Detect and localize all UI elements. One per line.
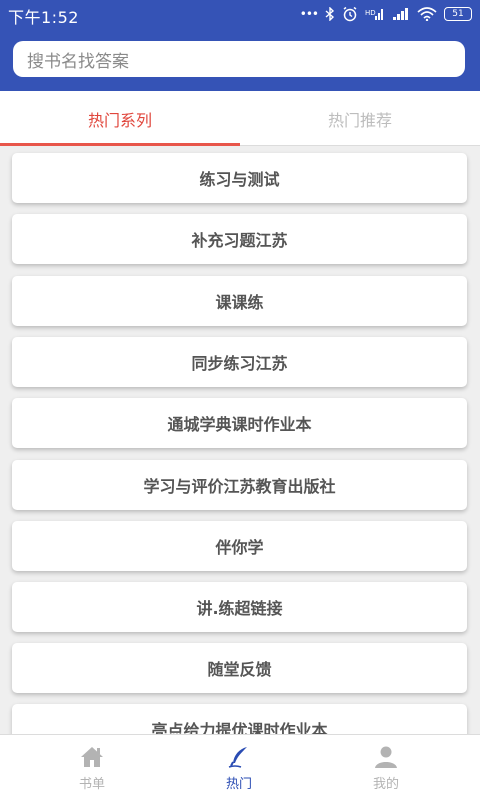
list-item-label: 补充习题江苏 bbox=[191, 231, 288, 250]
list-item[interactable]: 亮点给力提优课时作业本 bbox=[12, 704, 467, 734]
person-icon bbox=[374, 745, 398, 769]
header: 搜书名找答案 bbox=[0, 28, 480, 91]
list-item-label: 课课练 bbox=[215, 293, 264, 312]
search-input[interactable]: 搜书名找答案 bbox=[13, 41, 465, 77]
status-bar: 下午1:52 ••• HD 51 bbox=[0, 0, 480, 28]
status-icons: ••• HD 51 bbox=[300, 5, 472, 23]
tab-hot-recommend[interactable]: 热门推荐 bbox=[240, 91, 480, 146]
list-item[interactable]: 同步练习江苏 bbox=[12, 337, 467, 387]
list-item-label: 学习与评价江苏教育出版社 bbox=[143, 477, 336, 496]
list-item[interactable]: 伴你学 bbox=[12, 521, 467, 571]
list-item-label: 练习与测试 bbox=[199, 170, 280, 189]
home-icon bbox=[80, 745, 104, 769]
list-item[interactable]: 练习与测试 bbox=[12, 153, 467, 203]
list-item-label: 随堂反馈 bbox=[207, 660, 272, 679]
search-placeholder: 搜书名找答案 bbox=[27, 51, 129, 72]
battery-icon: 51 bbox=[444, 7, 472, 21]
list-item-label: 亮点给力提优课时作业本 bbox=[151, 721, 328, 734]
quill-icon bbox=[227, 745, 251, 769]
more-dots-icon: ••• bbox=[299, 7, 319, 21]
nav-label: 热门 bbox=[225, 776, 252, 792]
nav-label: 我的 bbox=[372, 776, 399, 792]
bluetooth-icon bbox=[325, 7, 335, 21]
list-item-label: 同步练习江苏 bbox=[191, 354, 288, 373]
signal-icon bbox=[392, 7, 410, 21]
tab-label: 热门系列 bbox=[87, 110, 152, 130]
list-item[interactable]: 讲.练超链接 bbox=[12, 582, 467, 632]
svg-text:HD: HD bbox=[365, 9, 376, 17]
alarm-icon bbox=[342, 6, 358, 22]
series-list[interactable]: 练习与测试 补充习题江苏 课课练 同步练习江苏 通城学典课时作业本 学习与评价江… bbox=[0, 146, 480, 734]
list-item-label: 讲.练超链接 bbox=[196, 599, 283, 618]
nav-mine[interactable]: 我的 bbox=[306, 735, 466, 800]
signal-hd-icon: HD bbox=[365, 7, 385, 21]
nav-label: 书单 bbox=[78, 776, 105, 792]
bottom-nav: 书单 热门 我的 bbox=[0, 734, 480, 800]
list-item-label: 通城学典课时作业本 bbox=[167, 415, 312, 434]
nav-booklist[interactable]: 书单 bbox=[12, 735, 172, 800]
list-item[interactable]: 补充习题江苏 bbox=[12, 214, 467, 264]
list-item[interactable]: 学习与评价江苏教育出版社 bbox=[12, 460, 467, 510]
list-item[interactable]: 随堂反馈 bbox=[12, 643, 467, 693]
list-item[interactable]: 通城学典课时作业本 bbox=[12, 398, 467, 448]
list-item[interactable]: 课课练 bbox=[12, 276, 467, 326]
nav-hot[interactable]: 热门 bbox=[159, 735, 319, 800]
tab-bar: 热门系列 热门推荐 bbox=[0, 91, 480, 146]
status-time: 下午1:52 bbox=[8, 8, 79, 27]
tab-label: 热门推荐 bbox=[327, 110, 392, 130]
tab-hot-series[interactable]: 热门系列 bbox=[0, 91, 240, 146]
list-item-label: 伴你学 bbox=[215, 538, 264, 557]
wifi-icon bbox=[417, 7, 437, 21]
